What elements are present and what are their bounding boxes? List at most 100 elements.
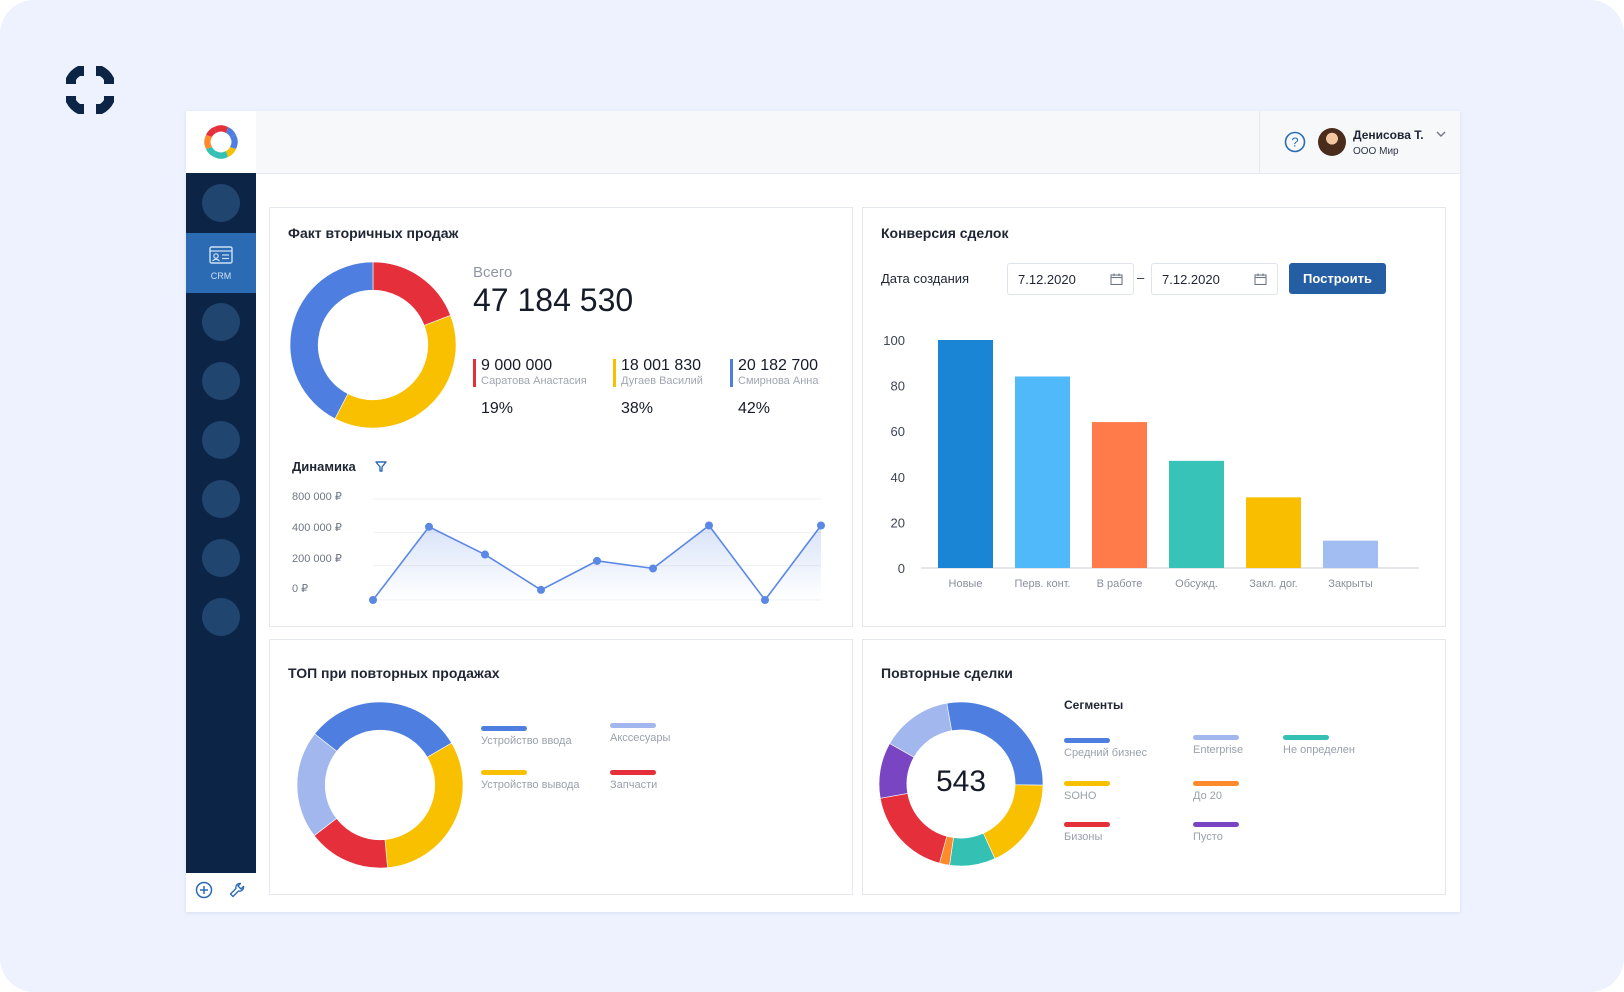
user-zone: ? Денисова Т. ООО Мир bbox=[1259, 111, 1460, 173]
sidebar-item-label: CRM bbox=[186, 271, 256, 281]
bar[interactable] bbox=[1246, 497, 1301, 568]
bar[interactable] bbox=[938, 340, 993, 568]
data-point[interactable] bbox=[369, 596, 377, 604]
sidebar-item-8[interactable] bbox=[202, 598, 240, 636]
legend-label: Запчасти bbox=[610, 779, 657, 791]
date-from-value: 7.12.2020 bbox=[1018, 272, 1076, 287]
x-tick-label: Обсужд. bbox=[1175, 578, 1218, 590]
date-to-input[interactable]: 7.12.2020 bbox=[1151, 263, 1278, 295]
donut-slice bbox=[373, 262, 451, 325]
stat-color-bar bbox=[473, 359, 476, 387]
stat-name: Смирнова Анна bbox=[738, 375, 818, 387]
top-card: ТОП при повторных продажах Устройство вв… bbox=[269, 639, 853, 895]
dynamics-title: Динамика bbox=[292, 459, 356, 474]
legend-label: Устройство вывода bbox=[481, 779, 579, 791]
data-point[interactable] bbox=[649, 564, 657, 572]
sidebar-item-6[interactable] bbox=[202, 480, 240, 518]
calendar-icon[interactable] bbox=[1254, 273, 1267, 285]
y-tick-label: 60 bbox=[891, 424, 905, 439]
legend-label: Enterprise bbox=[1193, 744, 1243, 756]
segments-title: Сегменты bbox=[1064, 698, 1123, 712]
sales-card: Факт вторичных продаж Всего 47 184 530 9… bbox=[269, 207, 853, 627]
data-point[interactable] bbox=[761, 596, 769, 604]
calendar-icon[interactable] bbox=[1110, 273, 1123, 285]
stat-value: 20 182 700 bbox=[738, 357, 818, 375]
x-tick-label: Закл. дог. bbox=[1249, 578, 1298, 590]
legend-label: До 20 bbox=[1193, 790, 1222, 802]
donut-slice bbox=[290, 262, 373, 419]
data-point[interactable] bbox=[817, 522, 825, 530]
legend-swatch bbox=[481, 726, 527, 731]
legend-label: Средний бизнес bbox=[1064, 747, 1147, 759]
donut-slice bbox=[297, 734, 337, 836]
add-circle-icon[interactable] bbox=[195, 881, 213, 899]
build-button[interactable]: Построить bbox=[1289, 263, 1386, 294]
app-logo-box[interactable] bbox=[186, 111, 256, 173]
chevron-down-icon[interactable] bbox=[1435, 129, 1447, 139]
repeat-card: Повторные сделки 543 Сегменты Средний би… bbox=[862, 639, 1446, 895]
x-tick-label: В работе bbox=[1097, 578, 1143, 590]
sidebar-item-1[interactable] bbox=[202, 184, 240, 222]
data-point[interactable] bbox=[705, 522, 713, 530]
filter-icon[interactable] bbox=[375, 461, 387, 472]
bar[interactable] bbox=[1169, 461, 1224, 568]
legend-label: Не определен bbox=[1283, 744, 1355, 756]
legend-label: SOHO bbox=[1064, 790, 1096, 802]
sales-donut-chart bbox=[288, 260, 458, 430]
stat-percent: 42% bbox=[738, 400, 770, 418]
date-from-input[interactable]: 7.12.2020 bbox=[1007, 263, 1134, 295]
conversion-card: Конверсия сделок Дата создания 7.12.2020… bbox=[862, 207, 1446, 627]
sidebar-item-crm[interactable]: CRM bbox=[186, 233, 256, 293]
stat-value: 9 000 000 bbox=[481, 357, 552, 375]
legend-label: Акссесуары bbox=[610, 732, 670, 744]
wrench-icon[interactable] bbox=[228, 881, 246, 899]
bar[interactable] bbox=[1015, 376, 1070, 568]
sidebar-item-3[interactable] bbox=[202, 303, 240, 341]
legend-swatch bbox=[1193, 822, 1239, 827]
stat-name: Саратова Анастасия bbox=[481, 375, 587, 387]
data-point[interactable] bbox=[593, 557, 601, 565]
y-tick-label: 40 bbox=[891, 470, 905, 485]
y-tick-label: 200 000 ₽ bbox=[292, 552, 342, 565]
legend-swatch bbox=[481, 770, 527, 775]
legend-swatch bbox=[1064, 738, 1110, 743]
legend-swatch bbox=[610, 723, 656, 728]
sidebar-item-7[interactable] bbox=[202, 539, 240, 577]
data-point[interactable] bbox=[481, 551, 489, 559]
user-name[interactable]: Денисова Т. bbox=[1353, 128, 1424, 142]
legend-label: Бизоны bbox=[1064, 831, 1102, 843]
sidebar-item-5[interactable] bbox=[202, 421, 240, 459]
x-tick-label: Закрыты bbox=[1328, 578, 1373, 590]
date-range-dash: – bbox=[1137, 270, 1144, 285]
donut-slice bbox=[880, 793, 947, 863]
legend-swatch bbox=[610, 770, 656, 775]
contact-card-icon bbox=[208, 245, 234, 267]
legend-swatch bbox=[1064, 822, 1110, 827]
data-point[interactable] bbox=[425, 523, 433, 531]
avatar[interactable] bbox=[1318, 128, 1346, 156]
bar[interactable] bbox=[1092, 422, 1147, 568]
bar[interactable] bbox=[1323, 541, 1378, 568]
date-to-value: 7.12.2020 bbox=[1162, 272, 1220, 287]
data-point[interactable] bbox=[537, 586, 545, 594]
legend-label: Устройство ввода bbox=[481, 735, 572, 747]
donut-slice bbox=[335, 315, 456, 428]
date-label: Дата создания bbox=[881, 271, 969, 286]
help-icon[interactable]: ? bbox=[1284, 131, 1306, 153]
sidebar-item-4[interactable] bbox=[202, 362, 240, 400]
stat-color-bar bbox=[730, 359, 733, 387]
y-tick-label: 0 bbox=[898, 561, 905, 576]
user-org: ООО Мир bbox=[1353, 146, 1399, 157]
legend-swatch bbox=[1193, 781, 1239, 786]
legend-swatch bbox=[1193, 735, 1239, 740]
y-tick-label: 80 bbox=[891, 379, 905, 394]
legend-swatch bbox=[1064, 781, 1110, 786]
stat-value: 18 001 830 bbox=[621, 357, 701, 375]
x-tick-label: Перв. конт. bbox=[1014, 578, 1070, 590]
legend-label: Пусто bbox=[1193, 831, 1223, 843]
donut-slice bbox=[385, 743, 463, 868]
stat-percent: 38% bbox=[621, 400, 653, 418]
donut-slice bbox=[315, 702, 452, 757]
sidebar: CRM bbox=[186, 173, 256, 873]
dynamics-line-chart bbox=[365, 493, 829, 608]
